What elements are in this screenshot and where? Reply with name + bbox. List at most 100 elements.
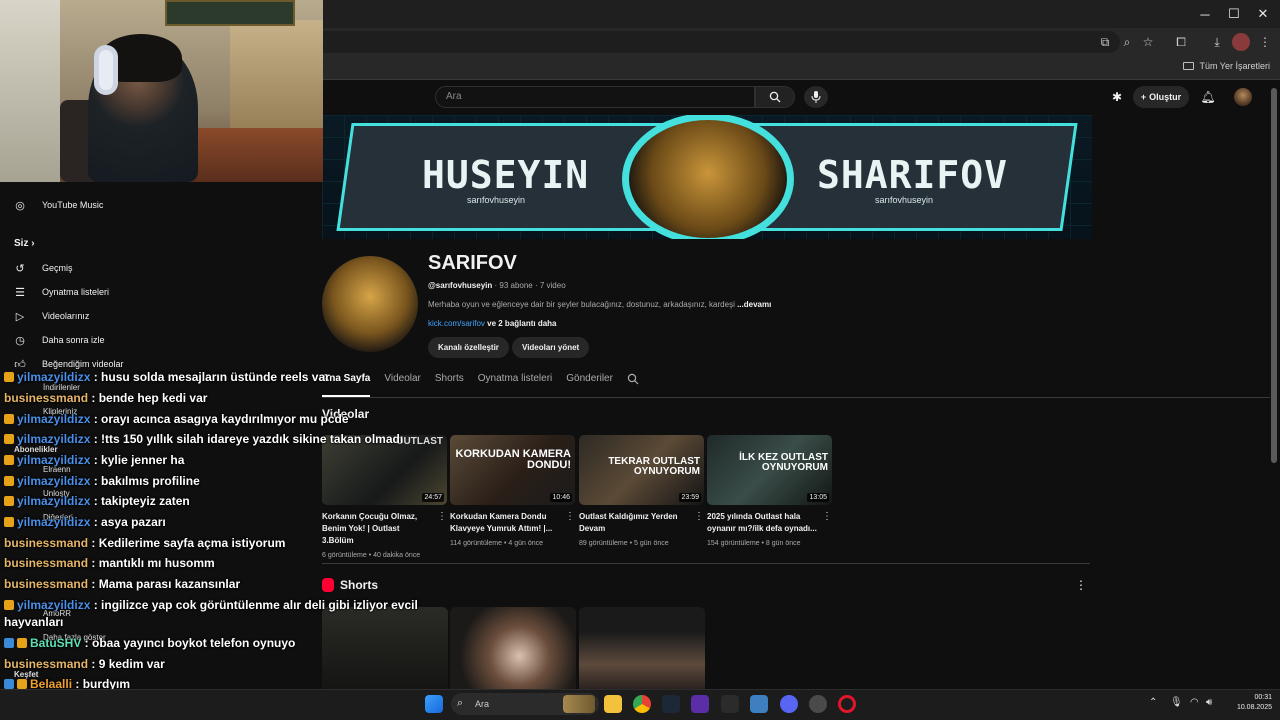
- account-avatar[interactable]: [1234, 88, 1252, 106]
- tabs-divider: [322, 397, 1270, 398]
- search-input[interactable]: Ara: [435, 86, 755, 108]
- manage-videos-button[interactable]: Videoları yönet: [512, 337, 590, 358]
- channel-links[interactable]: kick.com/sarifov ve 2 bağlantı daha: [428, 319, 557, 328]
- thumbnail-overlay-text: TEKRAR OUTLAST OYNUYORUM: [608, 456, 700, 477]
- channel-link-url[interactable]: kick.com/sarifov: [428, 319, 485, 328]
- zoom-icon[interactable]: ⌕: [1118, 33, 1136, 51]
- studio-icon[interactable]: ✱: [1108, 88, 1126, 106]
- search-icon: [769, 91, 781, 103]
- video-menu-icon[interactable]: ⋮: [565, 511, 575, 522]
- sidebar-item-label: Daha sonra izle: [42, 335, 105, 345]
- chat-message: businessmand : Kedilerime sayfa açma ist…: [4, 536, 286, 550]
- opera-icon[interactable]: [838, 695, 856, 713]
- tab-search-icon[interactable]: [627, 373, 639, 397]
- video-meta: 154 görüntüleme • 8 gün önce: [707, 540, 801, 547]
- sidebar-item-label: Videolarınız: [42, 311, 90, 321]
- extensions-icon[interactable]: ⧠: [1172, 33, 1190, 51]
- twitch-icon[interactable]: [691, 695, 709, 713]
- volume-icon[interactable]: 🔊︎: [1206, 697, 1212, 708]
- epic-games-icon[interactable]: [721, 695, 739, 713]
- stream-chat-overlay: yilmazyildizx : husu solda mesajların üs…: [0, 370, 460, 695]
- chat-text: !tts 150 yıllık silah idareye yazdık sik…: [101, 432, 404, 446]
- customize-channel-button[interactable]: Kanalı özelleştir: [428, 337, 509, 358]
- microphone-tray-icon[interactable]: 🎙︎: [1170, 697, 1183, 708]
- chat-username: yilmazyildizx: [17, 598, 91, 612]
- video-card[interactable]: İLK KEZ OUTLAST OYNUYORUM 13:05 2025 yıl…: [707, 435, 832, 547]
- tab-posts[interactable]: Gönderiler: [566, 373, 613, 397]
- sidebar-item-history[interactable]: ↺ Geçmiş: [14, 258, 72, 278]
- video-thumbnail[interactable]: TEKRAR OUTLAST OYNUYORUM 23:59: [579, 435, 704, 505]
- notifications-bell-icon[interactable]: 🔔︎: [1199, 88, 1217, 106]
- steam-icon[interactable]: [662, 695, 680, 713]
- short-thumbnail[interactable]: [450, 607, 576, 689]
- sidebar-item-watch-later[interactable]: ◷ Daha sonra izle: [14, 330, 105, 350]
- sub-badge-icon: [4, 372, 14, 382]
- video-menu-icon[interactable]: ⋮: [822, 511, 832, 522]
- discord-icon[interactable]: [780, 695, 798, 713]
- download-icon[interactable]: ⤓: [1208, 33, 1226, 51]
- page-scrollbar[interactable]: [1271, 88, 1277, 463]
- subscriber-count: 93 abone: [499, 281, 533, 290]
- more-links[interactable]: ve 2 bağlantı daha: [487, 319, 556, 328]
- description-more-link[interactable]: ...devamı: [737, 300, 771, 309]
- wifi-icon[interactable]: ◠: [1190, 697, 1199, 708]
- chat-message: businessmand : Mama parası kazansınlar: [4, 577, 241, 591]
- sidebar-section-you[interactable]: Siz ›: [14, 238, 35, 249]
- chat-username: yilmazyildizx: [17, 474, 91, 488]
- video-title[interactable]: 2025 yılında Outlast hala oynanır mı?/il…: [707, 511, 817, 535]
- chat-message: yilmazyildizx : ingilizce yap cok görünt…: [4, 598, 418, 612]
- create-button[interactable]: + Oluştur: [1133, 86, 1189, 108]
- video-card[interactable]: TEKRAR OUTLAST OYNUYORUM 23:59 Outlast K…: [579, 435, 704, 547]
- sub-badge-icon: [4, 434, 14, 444]
- chat-message: yilmazyildizx : kylie jenner ha: [4, 453, 184, 467]
- voice-search-button[interactable]: [804, 86, 828, 108]
- bookmark-star-icon[interactable]: ☆: [1139, 33, 1157, 51]
- chat-username: businessmand: [4, 577, 89, 591]
- chat-message: yilmazyildizx : takipteyiz zaten: [4, 494, 190, 508]
- close-button[interactable]: ✕: [1246, 0, 1280, 28]
- sub-badge-icon: [17, 638, 27, 648]
- sub-badge-icon: [4, 517, 14, 527]
- launcher-icon[interactable]: [750, 695, 768, 713]
- chat-text: obaa yayıncı boykot telefon oynuyo: [92, 636, 296, 650]
- short-thumbnail[interactable]: [579, 607, 705, 689]
- all-bookmarks-button[interactable]: Tüm Yer İşaretleri: [1183, 61, 1270, 71]
- view-count: 154 görüntüleme: [707, 540, 760, 547]
- tab-playlists[interactable]: Oynatma listeleri: [478, 373, 552, 397]
- video-thumbnail[interactable]: KORKUDAN KAMERA DONDU! 10:46: [450, 435, 575, 505]
- channel-avatar[interactable]: [322, 256, 418, 352]
- video-duration: 23:59: [679, 493, 701, 502]
- sidebar-item-label: Oynatma listeleri: [42, 287, 110, 297]
- video-title[interactable]: Korkudan Kamera Dondu Klavyeye Yumruk At…: [450, 511, 560, 535]
- sidebar-item-playlists[interactable]: ☰ Oynatma listeleri: [14, 282, 109, 302]
- chat-username: yilmazyildizx: [17, 494, 91, 508]
- search-icon: ⌕: [457, 697, 464, 709]
- video-menu-icon[interactable]: ⋮: [694, 511, 704, 522]
- channel-description[interactable]: Merhaba oyun ve eğlenceye dair bir şeyle…: [428, 300, 771, 309]
- search-button[interactable]: [755, 86, 795, 108]
- tray-chevron-icon[interactable]: ⌃: [1149, 697, 1157, 708]
- verified-badge-icon: [4, 679, 14, 689]
- chat-username: yilmazyildizx: [17, 370, 91, 384]
- video-title[interactable]: Outlast Kaldığımız Yerden Devam: [579, 511, 689, 535]
- view-count: 89 görüntüleme: [579, 540, 628, 547]
- folder-icon: [1183, 62, 1195, 70]
- sidebar-item-your-videos[interactable]: ▷ Videolarınız: [14, 306, 90, 326]
- browser-menu-icon[interactable]: ⋮: [1256, 33, 1274, 51]
- shorts-menu-icon[interactable]: ⋮: [1075, 578, 1087, 592]
- chat-username: businessmand: [4, 391, 89, 405]
- search-highlight-icon[interactable]: [563, 695, 595, 713]
- video-thumbnail[interactable]: İLK KEZ OUTLAST OYNUYORUM 13:05: [707, 435, 832, 505]
- chrome-icon[interactable]: [633, 695, 651, 713]
- app-icon[interactable]: [809, 695, 827, 713]
- video-card[interactable]: KORKUDAN KAMERA DONDU! 10:46 Korkudan Ka…: [450, 435, 575, 547]
- taskbar-clock[interactable]: 00:31 10.08.2025: [1226, 693, 1272, 713]
- video-count: 7 video: [539, 281, 566, 290]
- sidebar-item-youtube-music[interactable]: ◎ YouTube Music: [14, 195, 103, 215]
- profile-avatar[interactable]: [1232, 33, 1250, 51]
- upload-age: 5 gün önce: [634, 540, 669, 547]
- banner-name-left: HUSEYIN: [422, 153, 590, 197]
- file-explorer-icon[interactable]: [604, 695, 622, 713]
- windows-start-icon[interactable]: [425, 695, 443, 713]
- install-app-icon[interactable]: ⧉: [1096, 33, 1114, 51]
